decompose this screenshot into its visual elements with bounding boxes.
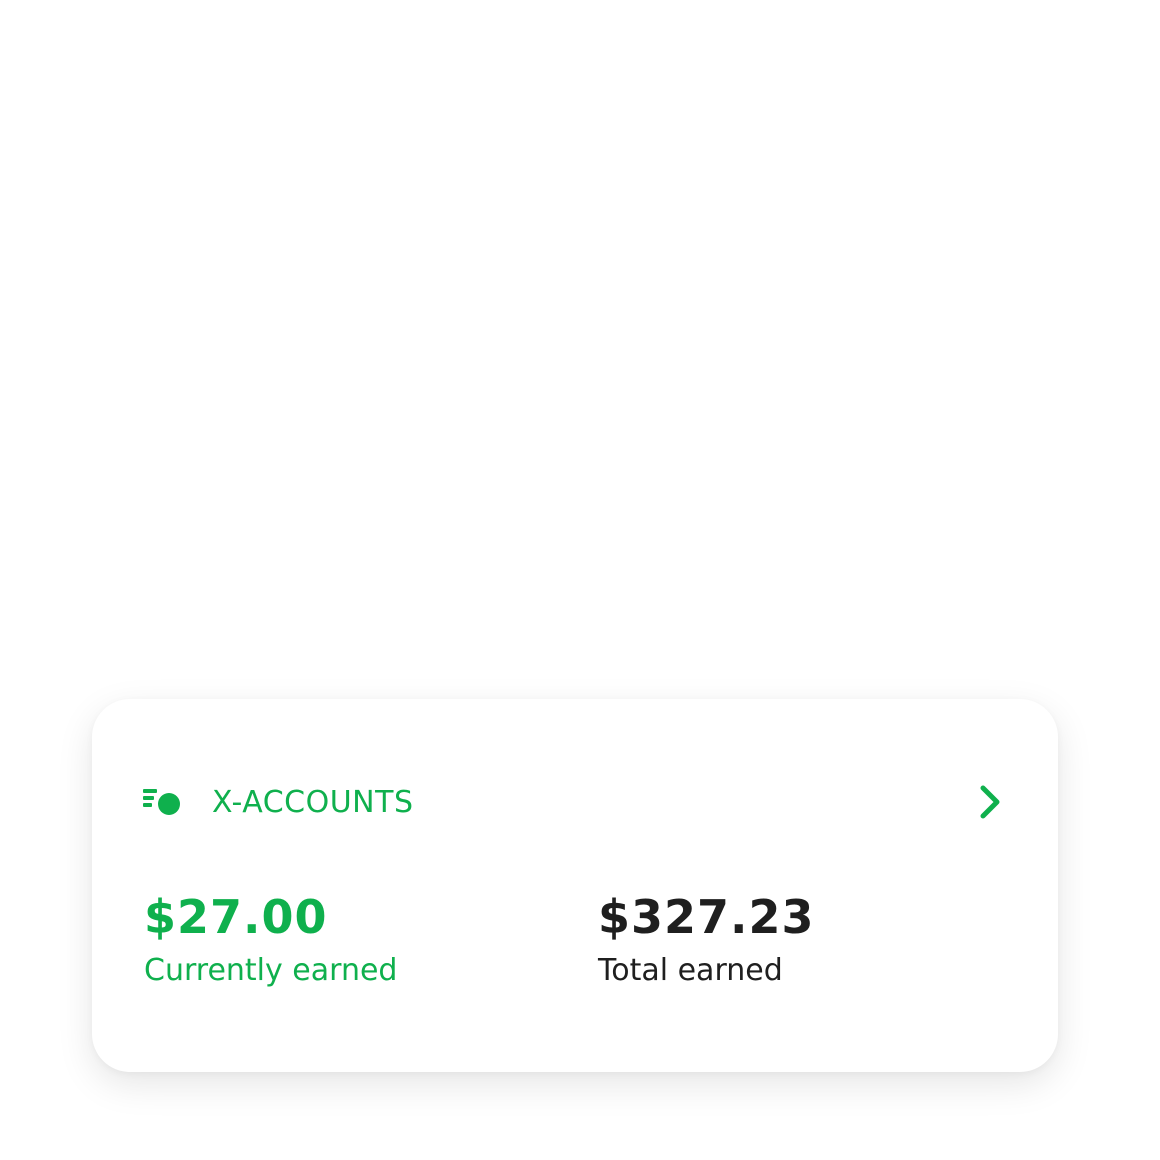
total-earned-value: $327.23 bbox=[598, 890, 815, 944]
total-earned-label: Total earned bbox=[598, 953, 783, 988]
earnings-stats: $27.00 Currently earned $327.23 Total ea… bbox=[144, 889, 1008, 991]
total-earned-stat: $327.23 Total earned bbox=[598, 889, 815, 991]
x-accounts-card[interactable]: X-ACCOUNTS $27.00 Currently earned $327.… bbox=[92, 699, 1058, 1072]
card-header[interactable]: X-ACCOUNTS bbox=[142, 779, 1008, 825]
accounts-stack-icon bbox=[142, 785, 184, 819]
currently-earned-value: $27.00 bbox=[144, 890, 328, 944]
chevron-right-icon[interactable] bbox=[966, 779, 1012, 825]
currently-earned-stat: $27.00 Currently earned bbox=[144, 889, 598, 991]
card-title: X-ACCOUNTS bbox=[212, 784, 414, 820]
currently-earned-label: Currently earned bbox=[144, 953, 398, 988]
